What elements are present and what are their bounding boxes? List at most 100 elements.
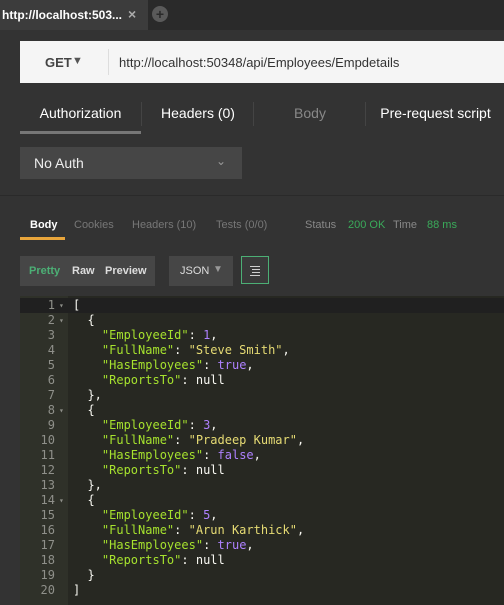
code-text: "ReportsTo": null: [101, 463, 225, 477]
fold-toggle-icon[interactable]: ▾: [59, 298, 64, 313]
line-number: 5: [47, 358, 55, 372]
line-number: 10: [40, 433, 55, 447]
line-number: 11: [40, 448, 55, 462]
line-number: 18: [40, 553, 55, 567]
code-text: "EmployeeId": 3,: [101, 418, 218, 432]
response-body-editor[interactable]: 1 ▾[2 ▾ {3 "EmployeeId": 1, 4 "FullName": "…: [20, 296, 504, 605]
tab-body[interactable]: Body: [255, 98, 365, 134]
request-url-bar: GET ▼ http://localhost:50348/api/Employe…: [20, 41, 504, 83]
code-line: 4 "FullName": "Steve Smith",: [20, 343, 504, 358]
code-text: },: [73, 388, 102, 402]
code-line: 3 "EmployeeId": 1,: [20, 328, 504, 343]
code-text: "EmployeeId": 5,: [101, 508, 218, 522]
code-text: },: [73, 478, 102, 492]
code-text: [: [73, 298, 81, 312]
url-input[interactable]: http://localhost:50348/api/Employees/Emp…: [119, 55, 399, 70]
tab-pre-request-script[interactable]: Pre-request script: [367, 98, 504, 134]
code-text: "FullName": "Arun Karthick",: [101, 523, 305, 537]
divider: [141, 102, 142, 126]
line-number: 13: [40, 478, 55, 492]
active-tab-indicator: [20, 237, 65, 240]
divider: [365, 102, 366, 126]
code-line: 16 "FullName": "Arun Karthick",: [20, 523, 504, 538]
line-number: 20: [40, 583, 55, 597]
line-number: 2: [47, 313, 55, 327]
chevron-down-icon: ▼: [213, 264, 223, 275]
code-line: 2 ▾ {: [20, 313, 504, 328]
divider: [253, 102, 254, 126]
line-number: 15: [40, 508, 55, 522]
code-text: "FullName": "Pradeep Kumar",: [101, 433, 305, 447]
code-line: 10 "FullName": "Pradeep Kumar",: [20, 433, 504, 448]
auth-type-dropdown[interactable]: No Auth ⌄: [20, 147, 242, 179]
code-text: "HasEmployees": true,: [101, 538, 254, 552]
close-icon[interactable]: ×: [128, 7, 142, 21]
tab-response-body[interactable]: Body: [30, 219, 58, 231]
code-line: 7 },: [20, 388, 504, 403]
code-text: "ReportsTo": null: [101, 553, 225, 567]
code-text: "EmployeeId": 1,: [101, 328, 218, 342]
status-value: 200 OK: [348, 219, 386, 231]
pretty-button[interactable]: Pretty: [29, 265, 60, 277]
fold-toggle-icon[interactable]: ▾: [59, 313, 64, 328]
line-number: 1: [47, 298, 55, 312]
code-line: 11 "HasEmployees": false,: [20, 448, 504, 463]
code-line: 19 }: [20, 568, 504, 583]
code-line: 15 "EmployeeId": 5,: [20, 508, 504, 523]
code-text: "HasEmployees": false,: [101, 448, 261, 462]
status-label: Status: [305, 219, 337, 231]
code-text: }: [73, 568, 95, 582]
code-line: 18 "ReportsTo": null: [20, 553, 504, 568]
line-number: 12: [40, 463, 55, 477]
method-dropdown[interactable]: GET ▼: [20, 41, 108, 83]
tab-cookies[interactable]: Cookies: [74, 219, 114, 231]
code-line: 14 ▾ {: [20, 493, 504, 508]
request-tab[interactable]: http://localhost:503... ×: [0, 0, 148, 30]
code-text: {: [73, 493, 95, 507]
line-number: 9: [47, 418, 55, 432]
code-line: 6 "ReportsTo": null: [20, 373, 504, 388]
time-label: Time: [393, 219, 418, 231]
code-line: 9 "EmployeeId": 3,: [20, 418, 504, 433]
tab-response-headers[interactable]: Headers (10): [132, 219, 196, 231]
code-text: ]: [73, 583, 81, 597]
section-divider: [0, 195, 504, 196]
code-text: {: [73, 313, 95, 327]
tab-headers[interactable]: Headers (0): [143, 98, 253, 134]
line-number: 14: [40, 493, 55, 507]
code-text: "FullName": "Steve Smith",: [101, 343, 290, 357]
code-text: "ReportsTo": null: [101, 373, 225, 387]
line-number: 4: [47, 343, 55, 357]
browser-tab-bar: http://localhost:503... × +: [0, 0, 504, 30]
format-label: JSON: [180, 265, 210, 277]
new-tab-button[interactable]: +: [152, 6, 168, 22]
code-line: 1 ▾ [: [20, 298, 504, 313]
code-line: 17 "HasEmployees": true,: [20, 538, 504, 553]
chevron-down-icon: ⌄: [216, 154, 227, 168]
chevron-down-icon: ▼: [72, 55, 83, 67]
format-dropdown[interactable]: JSON ▼: [169, 256, 233, 286]
line-number: 3: [47, 328, 55, 342]
code-line: 20]: [20, 583, 504, 598]
raw-button[interactable]: Raw: [72, 265, 95, 277]
code-line: 13 },: [20, 478, 504, 493]
preview-button[interactable]: Preview: [105, 265, 147, 277]
fold-toggle-icon[interactable]: ▾: [59, 403, 64, 418]
code-text: {: [73, 403, 95, 417]
line-number: 7: [47, 388, 55, 402]
fold-toggle-icon[interactable]: ▾: [59, 493, 64, 508]
code-line: 8 ▾ {: [20, 403, 504, 418]
response-tabs: Body Cookies Headers (10) Tests (0/0) St…: [20, 216, 504, 240]
line-number: 6: [47, 373, 55, 387]
method-label: GET: [45, 55, 72, 70]
line-number: 19: [40, 568, 55, 582]
tab-authorization[interactable]: Authorization: [20, 98, 141, 134]
line-number: 8: [47, 403, 55, 417]
view-mode-group: Pretty Raw Preview: [20, 256, 155, 286]
line-number: 16: [40, 523, 55, 537]
tab-tests[interactable]: Tests (0/0): [216, 219, 267, 231]
wrap-lines-button[interactable]: [241, 256, 269, 284]
code-text: "HasEmployees": true,: [101, 358, 254, 372]
code-line: 12 "ReportsTo": null: [20, 463, 504, 478]
divider: [108, 49, 109, 75]
